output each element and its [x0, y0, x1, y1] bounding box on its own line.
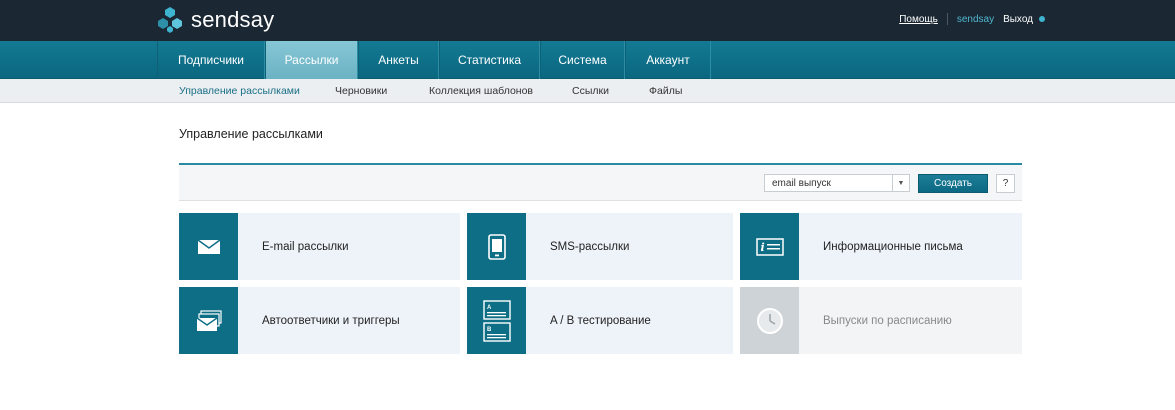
- tab-statistics[interactable]: Статистика: [439, 41, 540, 79]
- card-label: Выпуски по расписанию: [823, 314, 952, 327]
- main-nav: Подписчики Рассылки Анкеты Статистика Си…: [0, 41, 1175, 79]
- tab-subscribers[interactable]: Подписчики: [157, 41, 265, 79]
- logo-hex-icon: [158, 7, 182, 33]
- header-links: Помощь sendsay Выход: [899, 13, 1045, 25]
- card-label: A / B тестирование: [550, 314, 651, 327]
- card-scheduled-issues: Выпуски по расписанию: [740, 287, 1022, 354]
- logout-dot-icon: [1039, 16, 1045, 22]
- logout-link[interactable]: Выход: [1003, 14, 1033, 25]
- subnav-item-manage-mailings[interactable]: Управление рассылками: [179, 85, 300, 97]
- help-button[interactable]: ?: [996, 174, 1015, 193]
- card-label: Автоответчики и триггеры: [262, 314, 400, 327]
- card-label: Информационные письма: [823, 240, 963, 253]
- card-label: SMS-рассылки: [550, 240, 630, 253]
- sub-nav: Управление рассылками Черновики Коллекци…: [0, 79, 1175, 103]
- card-label: E-mail рассылки: [262, 240, 349, 253]
- phone-icon: [487, 233, 506, 260]
- user-link[interactable]: sendsay: [957, 14, 994, 25]
- card-autoresponders[interactable]: Автоответчики и триггеры: [179, 287, 460, 354]
- chevron-down-icon[interactable]: ▼: [892, 175, 909, 191]
- issue-type-select[interactable]: email выпуск ▼: [764, 174, 910, 192]
- info-letter-icon: i: [755, 237, 784, 256]
- logo[interactable]: sendsay: [157, 5, 274, 35]
- page-title: Управление рассылками: [179, 127, 323, 141]
- toolbar: email выпуск ▼ Создать ?: [179, 163, 1022, 201]
- card-info-letters[interactable]: i Информационные письма: [740, 213, 1022, 280]
- card-sms-mailings[interactable]: SMS-рассылки: [467, 213, 733, 280]
- help-link[interactable]: Помощь: [899, 14, 938, 25]
- card-email-mailings[interactable]: E-mail рассылки: [179, 213, 460, 280]
- svg-text:i: i: [760, 241, 764, 254]
- card-ab-testing[interactable]: A B A / B тестирование: [467, 287, 733, 354]
- tab-forms[interactable]: Анкеты: [358, 41, 439, 79]
- ab-test-icon: A B: [482, 299, 511, 342]
- subnav-item-links[interactable]: Ссылки: [572, 85, 609, 97]
- clock-icon: [756, 307, 783, 334]
- stacked-envelopes-icon: [196, 309, 222, 331]
- tab-system[interactable]: Система: [540, 41, 625, 79]
- subnav-item-templates[interactable]: Коллекция шаблонов: [429, 85, 533, 97]
- svg-text:A: A: [487, 305, 492, 311]
- subnav-item-files[interactable]: Файлы: [649, 85, 682, 97]
- logo-text: sendsay: [191, 7, 275, 32]
- tab-account[interactable]: Аккаунт: [625, 41, 711, 79]
- top-bar: sendsay Помощь sendsay Выход: [0, 0, 1175, 41]
- svg-text:B: B: [487, 327, 492, 333]
- create-button[interactable]: Создать: [918, 174, 988, 193]
- tab-mailings[interactable]: Рассылки: [265, 41, 358, 79]
- issue-type-value: email выпуск: [772, 178, 831, 189]
- envelope-icon: [197, 238, 220, 254]
- divider: [946, 13, 948, 25]
- subnav-item-drafts[interactable]: Черновики: [335, 85, 387, 97]
